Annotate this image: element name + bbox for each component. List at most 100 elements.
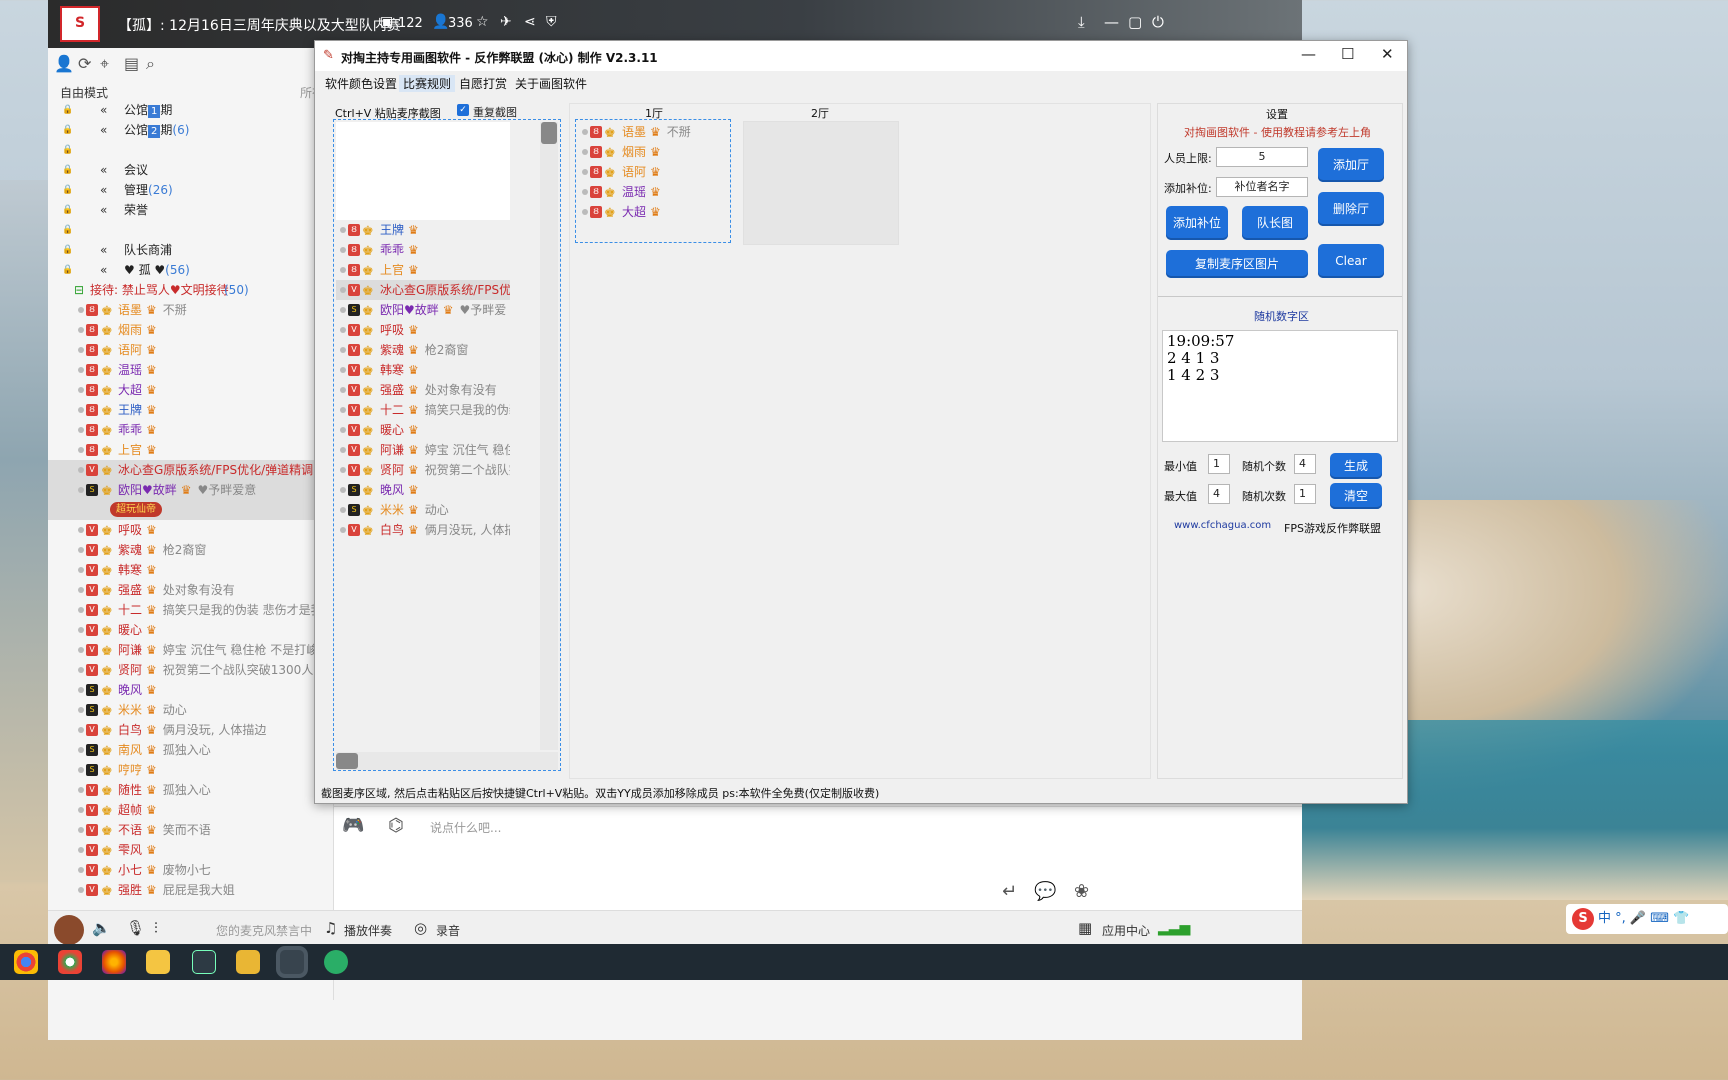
speaker-icon[interactable]: 🔈 bbox=[92, 919, 111, 937]
member-row[interactable]: Ȣ ♚ 语阿 ♛ bbox=[48, 340, 334, 360]
min-input[interactable]: 1 bbox=[1208, 454, 1230, 474]
reception-channel[interactable]: ⊟ 接待: 禁止骂人♥文明接待 (50) bbox=[48, 280, 334, 300]
expand-icon[interactable]: « bbox=[100, 160, 107, 180]
draw-tool-taskbar-icon[interactable] bbox=[280, 950, 304, 974]
member-row[interactable]: Ȣ ♚ 乖乖 ♛ bbox=[336, 240, 510, 260]
menu-about[interactable]: 关于画图软件 bbox=[511, 75, 591, 92]
clear-button[interactable]: Clear bbox=[1318, 244, 1384, 278]
member-row[interactable]: Ȣ ♚ 大超 ♛ bbox=[48, 380, 334, 400]
member-row[interactable]: V ♚ 超帧 ♛ bbox=[48, 800, 334, 820]
count-input[interactable]: 4 bbox=[1294, 454, 1316, 474]
record-icon[interactable]: ◎ bbox=[414, 919, 427, 937]
channel-logo[interactable]: S bbox=[60, 6, 100, 42]
member-row[interactable]: S ♚ 晚风 ♛ bbox=[48, 680, 334, 700]
expand-icon[interactable]: « bbox=[100, 100, 107, 120]
ime-toolbar[interactable]: S 中 °, 🎤 ⌨ 👕 bbox=[1566, 904, 1728, 934]
add-hall-button[interactable]: 添加厅 bbox=[1318, 148, 1384, 182]
hall2-box[interactable] bbox=[743, 121, 899, 245]
delete-hall-button[interactable]: 删除厅 bbox=[1318, 192, 1384, 226]
member-row[interactable]: V ♚ 贤阿 ♛ 祝贺第二个战队突破1300人! bbox=[48, 660, 334, 680]
max-input[interactable]: 4 bbox=[1208, 484, 1230, 504]
location-icon[interactable]: ⌖ bbox=[100, 54, 109, 74]
member-row[interactable]: S ♚ 南风 ♛ 孤独入心 bbox=[48, 740, 334, 760]
expand-icon[interactable]: « bbox=[100, 200, 107, 220]
minimize-icon[interactable]: — bbox=[1104, 13, 1119, 31]
enter-icon[interactable]: ↵ bbox=[1002, 881, 1017, 902]
browser2-icon[interactable] bbox=[58, 950, 82, 974]
maximize-icon[interactable]: ▢ bbox=[1128, 13, 1142, 31]
notice-icon[interactable]: ▤ bbox=[124, 54, 139, 73]
channel-tree-item[interactable]: 🔒 « 队长商浦 bbox=[48, 240, 334, 260]
member-row[interactable]: Ȣ ♚ 上官 ♛ bbox=[336, 260, 510, 280]
paste-area[interactable]: Ȣ♚王牌♛Ȣ♚乖乖♛Ȣ♚上官♛V♚冰心查G原版系统/FPS优化/S♚欧阳♥故畔♛… bbox=[333, 119, 561, 771]
hall1-box[interactable]: Ȣ ♚ 语墨 ♛ 不掰 Ȣ ♚ 烟雨 ♛ Ȣ ♚ 语阿 ♛ Ȣ ♚ 温瑶 ♛ Ȣ ♚ 大超 ♛ bbox=[575, 119, 731, 243]
channel-tree-item[interactable]: 🔒 « 公馆 2 期(6) bbox=[48, 120, 334, 140]
channel-tree-item[interactable]: 🔒 bbox=[48, 220, 334, 240]
download-icon[interactable]: ⤓ bbox=[1078, 13, 1085, 31]
channel-tree-item[interactable]: 🔒 « 公馆 1 期 bbox=[48, 100, 334, 120]
refresh-icon[interactable]: ⟳ bbox=[78, 54, 91, 73]
star-icon[interactable]: ☆ bbox=[476, 14, 489, 30]
member-row[interactable]: V♚ 贤阿♛ 祝贺第二个战队突 bbox=[336, 460, 510, 480]
music-icon[interactable]: ♫ bbox=[324, 919, 337, 937]
maximize-icon[interactable]: ☐ bbox=[1341, 45, 1354, 63]
paste-vertical-scrollbar[interactable] bbox=[540, 122, 558, 750]
equalizer-icon[interactable]: ⫶ bbox=[154, 919, 158, 937]
channel-tree-item[interactable]: 🔒 « ♥ 孤 ♥(56) bbox=[48, 260, 334, 280]
member-row[interactable]: V ♚ 白鸟 ♛ 俩月没玩, 人体描 bbox=[336, 520, 510, 540]
member-row[interactable]: S ♚ 米米 ♛ 动心 bbox=[48, 700, 334, 720]
menu-color-settings[interactable]: 软件颜色设置 bbox=[321, 75, 401, 92]
max-people-input[interactable]: 5 bbox=[1216, 147, 1308, 167]
hall1-member-row[interactable]: Ȣ ♚ 温瑶 ♛ bbox=[576, 182, 726, 202]
copy-image-button[interactable]: 复制麦序区图片 bbox=[1166, 250, 1308, 278]
avatar[interactable] bbox=[54, 915, 84, 945]
menu-donate[interactable]: 自愿打赏 bbox=[455, 75, 511, 92]
member-row[interactable]: S ♚ 晚风 ♛ bbox=[336, 480, 510, 500]
firefox-icon[interactable] bbox=[102, 950, 126, 974]
plane-icon[interactable]: ✈ bbox=[500, 14, 512, 30]
minimize-icon[interactable]: — bbox=[1301, 45, 1316, 63]
member-row[interactable]: V ♚ 紫魂 ♛ 枪2裔窗 bbox=[48, 540, 334, 560]
member-row[interactable]: V ♚ 小七 ♛ 废物小七 bbox=[48, 860, 334, 880]
shield-icon[interactable]: ⛨ bbox=[546, 14, 557, 30]
website-link[interactable]: www.cfchagua.com bbox=[1174, 520, 1271, 531]
member-row[interactable]: V ♚ 韩寒 ♛ bbox=[336, 360, 510, 380]
expand-icon[interactable]: « bbox=[100, 240, 107, 260]
share-icon[interactable]: ⋖ bbox=[524, 14, 536, 30]
member-row[interactable]: V ♚ 强盛 ♛ 处对象有没有 bbox=[336, 380, 510, 400]
flower-icon[interactable]: ❀ bbox=[1074, 881, 1089, 902]
collapse-icon[interactable]: ⊟ bbox=[74, 280, 84, 300]
search-icon[interactable]: ⌕ bbox=[146, 54, 155, 74]
member-row[interactable]: V ♚ 阿谦 ♛ 婷宝 沉住气 稳住 bbox=[336, 440, 510, 460]
member-row[interactable]: V ♚ 不语 ♛ 笑而不语 bbox=[48, 820, 334, 840]
channel-tree-item[interactable]: 🔒 « 会议 bbox=[48, 160, 334, 180]
random-output[interactable]: 19:09:57 2 4 1 3 1 4 2 3 bbox=[1162, 330, 1398, 442]
member-row[interactable]: Ȣ ♚ 乖乖 ♛ bbox=[48, 420, 334, 440]
member-row[interactable]: V ♚ 暖心 ♛ bbox=[336, 420, 510, 440]
hall1-member-row[interactable]: Ȣ ♚ 大超 ♛ bbox=[576, 202, 726, 222]
member-row[interactable]: V ♚ 雫风 ♛ bbox=[48, 840, 334, 860]
wechat-icon[interactable] bbox=[324, 950, 348, 974]
folder-icon[interactable] bbox=[146, 950, 170, 974]
member-row[interactable]: Ȣ ♚ 王牌 ♛ bbox=[48, 400, 334, 420]
member-row[interactable]: Ȣ ♚ 烟雨 ♛ bbox=[48, 320, 334, 340]
apps-icon[interactable]: ▦ bbox=[1078, 919, 1092, 937]
member-row[interactable]: Ȣ ♚ 上官 ♛ bbox=[48, 440, 334, 460]
member-row[interactable]: Ȣ ♚ 温瑶 ♛ bbox=[48, 360, 334, 380]
app-icon[interactable] bbox=[192, 950, 216, 974]
member-row[interactable]: Ȣ ♚ 语墨 ♛ 不掰 bbox=[48, 300, 334, 320]
member-row[interactable]: V ♚ 阿谦 ♛ 婷宝 沉住气 稳住枪 不是打峻 bbox=[48, 640, 334, 660]
paste-horizontal-scrollbar[interactable] bbox=[336, 752, 558, 770]
add-sub-input[interactable]: 补位者名字 bbox=[1216, 177, 1308, 197]
member-row[interactable]: S ♚ 欧阳♥故畔 ♛ ♥予畔爱意 bbox=[48, 480, 334, 500]
channel-tree-item[interactable]: 🔒 « 荣誉 bbox=[48, 200, 334, 220]
menu-rules[interactable]: 比赛规则 bbox=[399, 75, 456, 92]
chat-input-area[interactable]: 🎮 ⌬ 说点什么吧... ↵ 💬 ❀ bbox=[334, 806, 1302, 910]
member-row[interactable]: V ♚ 强胜 ♛ 屁屁是我大姐 bbox=[48, 880, 334, 900]
game-icon[interactable]: 🎮 bbox=[342, 815, 364, 836]
expand-icon[interactable]: « bbox=[100, 120, 107, 140]
mode-label[interactable]: 自由模式 bbox=[60, 84, 108, 101]
chat-bubble-icon[interactable]: 💬 bbox=[1034, 881, 1056, 902]
member-row[interactable]: 超玩仙帝 bbox=[48, 500, 334, 520]
chrome-icon[interactable] bbox=[14, 950, 38, 974]
